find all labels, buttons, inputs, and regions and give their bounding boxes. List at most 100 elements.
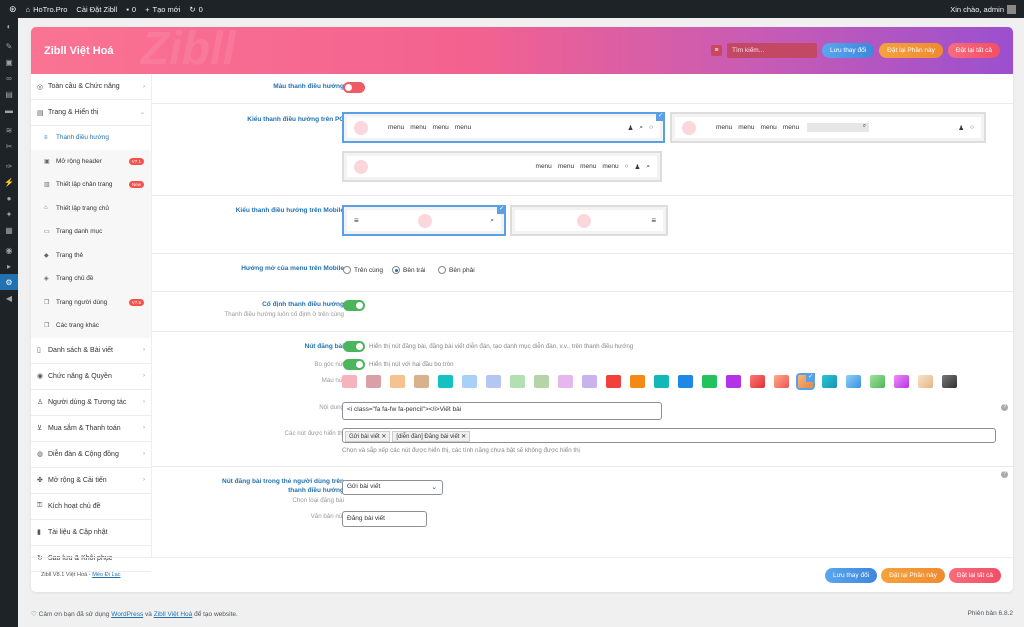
nav-sub-topic[interactable]: ◈ Trang chủ đề bbox=[31, 267, 151, 291]
nav-functions[interactable]: ◉ Chức năng & Quyền › bbox=[31, 363, 151, 390]
color-swatch[interactable] bbox=[750, 375, 765, 388]
dashboard-icon[interactable]: ◐ bbox=[0, 18, 18, 34]
updates-icon[interactable]: ↻ 0 bbox=[189, 5, 202, 14]
author-link[interactable]: Mèo Đi Lạc bbox=[92, 572, 120, 578]
nav-shop[interactable]: ⊻ Mua sắm & Thanh toán › bbox=[31, 415, 151, 442]
nav-pages-display[interactable]: ▤ Trang & Hiển thị ⌄ bbox=[31, 100, 151, 126]
nav-extend[interactable]: ✤ Mở rộng & Cải tiến › bbox=[31, 467, 151, 494]
color-swatch[interactable] bbox=[822, 375, 837, 388]
color-swatch[interactable] bbox=[342, 375, 357, 388]
nav-sub-other[interactable]: ❐ Các trang khác bbox=[31, 314, 151, 338]
reset-section-button[interactable]: Đặt lại Phần này bbox=[879, 43, 943, 58]
color-swatch[interactable] bbox=[726, 375, 741, 388]
wordpress-link[interactable]: WordPress bbox=[111, 611, 143, 618]
color-swatch[interactable] bbox=[558, 375, 573, 388]
plugins-icon[interactable]: ⚡ bbox=[0, 174, 18, 190]
color-swatch[interactable] bbox=[486, 375, 501, 388]
settings-gear-icon[interactable]: ⚙ bbox=[0, 274, 18, 290]
pages-icon[interactable]: ▤ bbox=[0, 86, 18, 102]
zibll-link[interactable]: Zibll Việt Hoá bbox=[154, 611, 193, 618]
save-button[interactable]: Lưu thay đổi bbox=[822, 43, 875, 58]
reset-all-button[interactable]: Đặt lại tất cả bbox=[947, 43, 1000, 58]
nav-sub-header[interactable]: ▣ Mở rộng header V7.1 bbox=[31, 149, 151, 173]
pc-layout-option-3[interactable]: menu menu menu menu ○ ♟ ⌕ bbox=[342, 151, 662, 182]
my-account[interactable]: Xin chào, admin bbox=[950, 4, 1016, 14]
nav-sub-tag[interactable]: ◆ Trang thẻ bbox=[31, 243, 151, 267]
shown-btns-select[interactable]: Gửi bài viết ✕ [diễn đàn] Đăng bài viết ✕ bbox=[342, 428, 996, 443]
color-swatch[interactable] bbox=[510, 375, 525, 388]
wrench-icon[interactable]: ✦ bbox=[0, 206, 18, 222]
wordpress-logo-icon[interactable]: ⊛ bbox=[9, 4, 17, 15]
links-icon[interactable]: ∞ bbox=[0, 70, 18, 86]
expand-all-icon[interactable]: ≡ bbox=[711, 45, 722, 56]
fixed-toggle[interactable] bbox=[343, 300, 365, 311]
color-swatch[interactable] bbox=[582, 375, 597, 388]
color-swatch[interactable] bbox=[462, 375, 477, 388]
color-swatch[interactable] bbox=[534, 375, 549, 388]
shop-icon[interactable]: ◉ bbox=[0, 242, 18, 258]
admin-bar-settings[interactable]: Cài Đặt Zibll bbox=[76, 5, 117, 14]
post-type-select[interactable]: Gửi bài viết ⌄ bbox=[342, 480, 443, 495]
color-swatch[interactable] bbox=[774, 375, 789, 388]
radio-right[interactable]: Bên phải bbox=[438, 266, 475, 274]
color-swatch[interactable] bbox=[438, 375, 453, 388]
reset-section-button-bottom[interactable]: Đặt lại Phần này bbox=[881, 567, 945, 583]
users-icon[interactable]: ● bbox=[0, 190, 18, 206]
media-icon[interactable]: ▣ bbox=[0, 54, 18, 70]
color-swatch[interactable] bbox=[630, 375, 645, 388]
radio-top[interactable]: Trên cùng bbox=[343, 266, 383, 274]
color-swatch[interactable] bbox=[366, 375, 381, 388]
selected-tag[interactable]: Gửi bài viết ✕ bbox=[345, 431, 391, 442]
color-swatch[interactable] bbox=[702, 375, 717, 388]
color-swatch[interactable] bbox=[654, 375, 669, 388]
nav-list-posts[interactable]: ▯ Danh sách & Bài viết › bbox=[31, 337, 151, 364]
site-name[interactable]: HoTro.Pro bbox=[33, 5, 67, 14]
tools-icon[interactable]: ✂ bbox=[0, 138, 18, 154]
appearance-icon[interactable]: ✑ bbox=[0, 158, 18, 174]
save-button-bottom[interactable]: Lưu thay đổi bbox=[825, 567, 878, 583]
nav-activate[interactable]: ⚿ Kích hoạt chủ đề bbox=[31, 493, 151, 520]
color-swatch[interactable]: ✓ bbox=[796, 373, 815, 390]
arrow-icon[interactable]: ▸ bbox=[0, 258, 18, 274]
color-swatch[interactable] bbox=[846, 375, 861, 388]
nav-docs[interactable]: ▮ Tài liệu & Cập nhật bbox=[31, 519, 151, 546]
new-content[interactable]: + Tạo mới bbox=[145, 5, 180, 14]
mobile-layout-option-1[interactable]: ≡ ⌕ ✓ bbox=[342, 205, 506, 236]
color-swatch[interactable] bbox=[606, 375, 621, 388]
post-btn-toggle[interactable] bbox=[343, 341, 365, 352]
nav-sub-footer[interactable]: ▥ Thiết lập chân trang New bbox=[31, 173, 151, 197]
nav-forum[interactable]: ◍ Diễn đàn & Cộng đồng › bbox=[31, 441, 151, 468]
pc-layout-option-1[interactable]: menu menu menu menu ♟ ⌕ ○ ✓ bbox=[342, 112, 665, 143]
round-toggle[interactable] bbox=[343, 359, 365, 370]
color-swatch[interactable] bbox=[414, 375, 429, 388]
collapse-icon[interactable]: ◀ bbox=[0, 290, 18, 306]
help-icon[interactable]: ? bbox=[1001, 404, 1008, 411]
menu-color-toggle[interactable] bbox=[343, 82, 365, 93]
help-icon[interactable]: ? bbox=[1001, 471, 1008, 478]
comments-icon[interactable]: ▪ 0 bbox=[126, 5, 136, 14]
posts-icon[interactable]: ✎ bbox=[0, 38, 18, 54]
nav-sub-home[interactable]: ⌂ Thiết lập trang chủ bbox=[31, 196, 151, 220]
radio-left[interactable]: Bên trái bbox=[392, 266, 425, 274]
nav-global[interactable]: ◎ Toàn cầu & Chức năng › bbox=[31, 74, 151, 100]
nav-users[interactable]: ♙ Người dùng & Tương tác › bbox=[31, 389, 151, 416]
color-swatch[interactable] bbox=[918, 375, 933, 388]
mobile-layout-option-2[interactable]: ≡ bbox=[510, 205, 668, 236]
color-swatch[interactable] bbox=[942, 375, 957, 388]
import-icon[interactable]: ▦ bbox=[0, 222, 18, 238]
nav-sub-menubar[interactable]: ≡ Thanh điều hướng bbox=[31, 126, 151, 150]
color-swatch[interactable] bbox=[390, 375, 405, 388]
color-swatch[interactable] bbox=[870, 375, 885, 388]
pc-layout-option-2[interactable]: menu menu menu menu ⌕ ♟ ○ bbox=[670, 112, 986, 143]
home-icon[interactable]: ⌂ HoTro.Pro bbox=[26, 5, 68, 14]
nav-sub-user[interactable]: ❐ Trang người dùng V7.5 bbox=[31, 290, 151, 314]
color-swatch[interactable] bbox=[894, 375, 909, 388]
comments-menu-icon[interactable]: ▬ bbox=[0, 102, 18, 118]
nav-sub-category[interactable]: ▭ Trang danh mục bbox=[31, 220, 151, 244]
reset-all-button-bottom[interactable]: Đặt lại tất cả bbox=[948, 567, 1001, 583]
color-swatch[interactable] bbox=[678, 375, 693, 388]
search-input[interactable] bbox=[727, 43, 817, 58]
layers-icon[interactable]: ≋ bbox=[0, 122, 18, 138]
selected-tag[interactable]: [diễn đàn] Đăng bài viết ✕ bbox=[392, 431, 471, 442]
btn-text-input[interactable]: Đăng bài viết bbox=[342, 511, 427, 527]
